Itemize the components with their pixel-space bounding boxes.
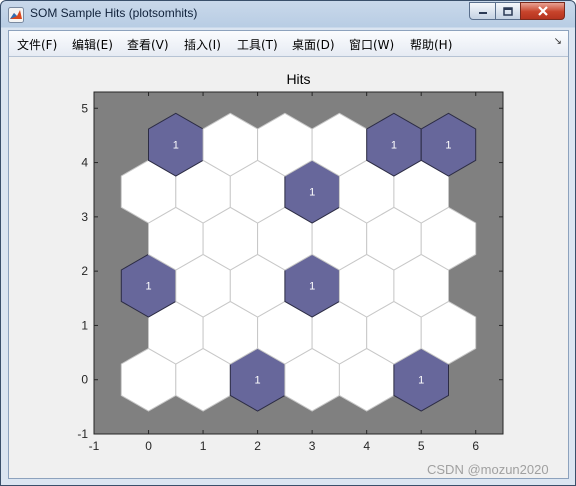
menu-window[interactable]: 窗口(W): [349, 36, 394, 53]
figure-window: SOM Sample Hits (plotsomhits) 文件(F) 编辑(E…: [0, 0, 576, 486]
y-tick-label: 5: [81, 101, 88, 115]
menu-edit[interactable]: 编辑(E): [72, 36, 113, 53]
minimize-icon: [478, 12, 487, 14]
minimize-button[interactable]: [469, 2, 496, 20]
menu-file[interactable]: 文件(F): [17, 36, 57, 53]
title-bar[interactable]: SOM Sample Hits (plotsomhits): [1, 1, 575, 29]
figure-client-area: 文件(F) 编辑(E) 查看(V) 插入(I) 工具(T) 桌面(D) 窗口(W…: [8, 30, 569, 479]
chart-title: Hits: [286, 71, 310, 87]
hit-count-label: 1: [145, 281, 151, 293]
hit-count-label: 1: [309, 281, 315, 293]
menu-view[interactable]: 查看(V): [127, 36, 169, 53]
maximize-icon: [503, 6, 513, 16]
hit-count-label: 1: [418, 375, 424, 387]
hit-count-label: 1: [445, 140, 451, 152]
x-tick-label: 6: [472, 439, 479, 453]
menu-bar: 文件(F) 编辑(E) 查看(V) 插入(I) 工具(T) 桌面(D) 窗口(W…: [9, 31, 568, 57]
hit-count-label: 1: [391, 140, 397, 152]
y-tick-label: -1: [77, 427, 88, 441]
y-tick-label: 1: [81, 318, 88, 332]
x-tick-label: 1: [200, 439, 207, 453]
y-tick-label: 2: [81, 264, 88, 278]
y-tick-label: 4: [81, 156, 88, 170]
matlab-figure-icon: [8, 7, 24, 23]
close-button[interactable]: [520, 2, 565, 20]
toolbar-toggle-arrow-icon[interactable]: ↘: [554, 36, 562, 47]
y-tick-label: 3: [81, 210, 88, 224]
menu-insert[interactable]: 插入(I): [184, 36, 221, 53]
maximize-button[interactable]: [495, 2, 521, 20]
menu-desktop[interactable]: 桌面(D): [292, 36, 335, 53]
hits-chart: Hits 1 1 1 1 1 1 1 1 -1 0 1 2 3 4 5 6 -1 0 1 2 3 4 5: [77, 71, 504, 453]
x-tick-label: 0: [145, 439, 152, 453]
hit-count-label: 1: [173, 140, 179, 152]
close-icon: [537, 6, 548, 16]
y-tick-label: 0: [81, 373, 88, 387]
x-tick-label: 5: [418, 439, 425, 453]
menu-help[interactable]: 帮助(H): [410, 36, 452, 53]
window-title: SOM Sample Hits (plotsomhits): [30, 6, 198, 20]
x-tick-label: 2: [254, 439, 261, 453]
figure-canvas: Hits 1 1 1 1 1 1 1 1 -1 0 1 2 3 4 5 6 -1 0 1 2 3 4 5: [9, 57, 568, 478]
hit-count-label: 1: [255, 375, 261, 387]
x-tick-label: -1: [89, 439, 100, 453]
hit-count-label: 1: [309, 187, 315, 199]
x-tick-label: 4: [363, 439, 370, 453]
menu-tools[interactable]: 工具(T): [237, 36, 278, 53]
watermark-text: CSDN @mozun2020: [427, 462, 549, 477]
x-tick-label: 3: [309, 439, 316, 453]
